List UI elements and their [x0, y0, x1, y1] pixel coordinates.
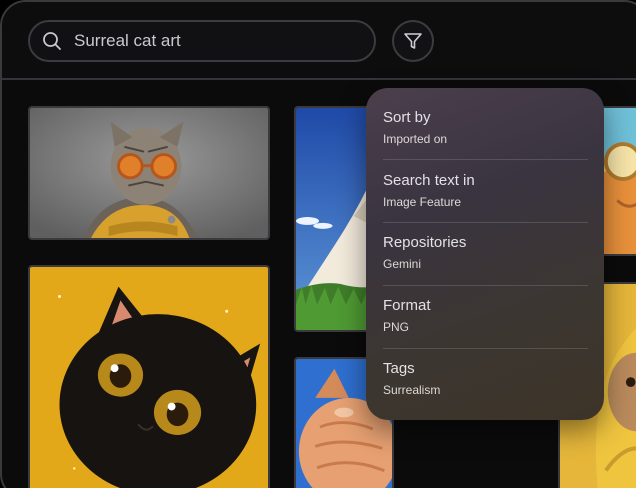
filter-sort-by-value: Imported on — [383, 132, 448, 146]
filter-repositories-value: Gemini — [383, 257, 422, 271]
filter-popover: Sort by Imported on Search text in Image… — [366, 88, 604, 420]
search-box[interactable] — [28, 20, 376, 62]
search-input[interactable] — [74, 22, 374, 60]
filter-sort-by-label: Sort by — [383, 109, 431, 126]
gallery-image-tabby-cat[interactable] — [28, 106, 270, 240]
toolbar — [2, 2, 636, 80]
filter-search-text-in[interactable]: Search text in Image Feature — [383, 172, 588, 209]
filter-tags-value: Surrealism — [383, 383, 441, 397]
filter-tags-label: Tags — [383, 360, 415, 377]
filter-icon — [404, 33, 422, 49]
divider — [383, 285, 588, 286]
gallery-image-black-kitten[interactable] — [28, 265, 270, 488]
divider — [383, 348, 588, 349]
filter-format-label: Format — [383, 297, 431, 314]
search-icon — [43, 32, 61, 50]
filter-search-text-in-value: Image Feature — [383, 195, 462, 209]
filter-repositories[interactable]: Repositories Gemini — [383, 234, 588, 271]
filter-tags[interactable]: Tags Surrealism — [383, 360, 588, 397]
filter-search-text-in-label: Search text in — [383, 172, 475, 189]
divider — [383, 222, 588, 223]
filter-button[interactable] — [392, 20, 434, 62]
filter-format[interactable]: Format PNG — [383, 297, 588, 334]
divider — [383, 159, 588, 160]
filter-format-value: PNG — [383, 320, 410, 334]
filter-sort-by[interactable]: Sort by Imported on — [383, 109, 588, 146]
filter-repositories-label: Repositories — [383, 234, 467, 251]
